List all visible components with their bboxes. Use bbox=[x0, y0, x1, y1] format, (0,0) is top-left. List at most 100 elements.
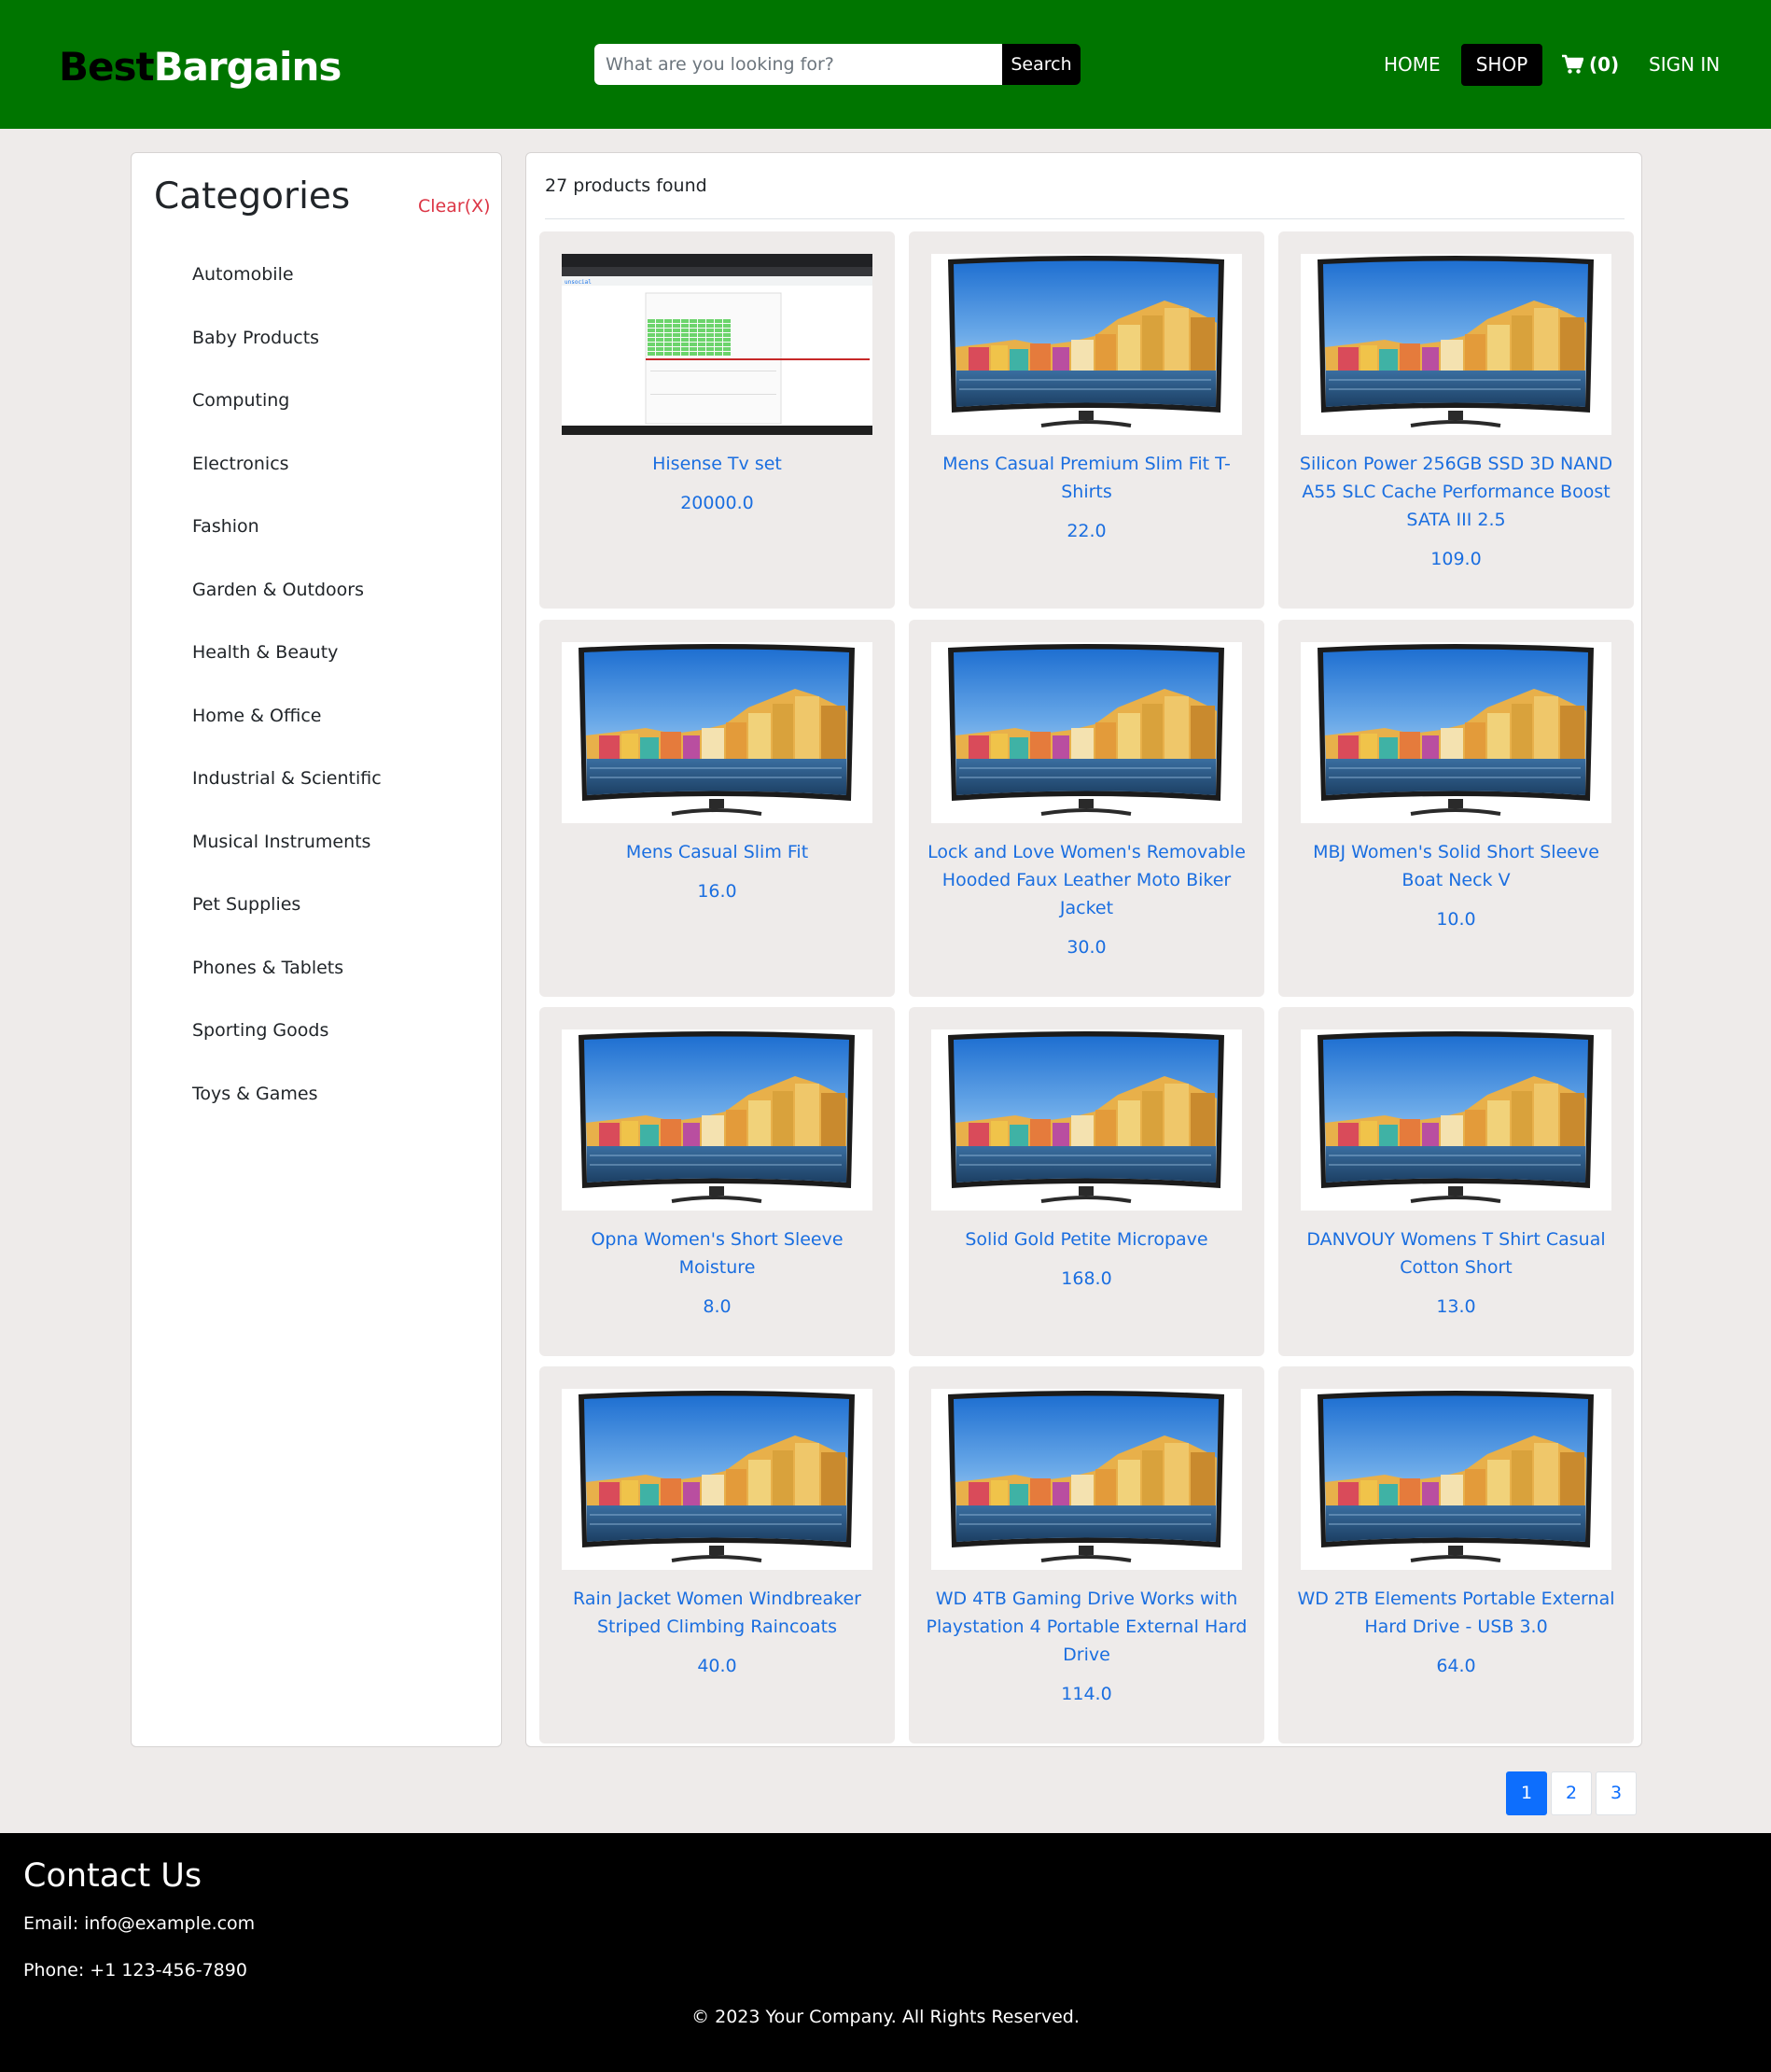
contact-phone: Phone: +1 123-456-7890 bbox=[23, 1960, 247, 1981]
contact-title: Contact Us bbox=[23, 1857, 202, 1895]
product-image[interactable] bbox=[931, 1389, 1242, 1570]
divider bbox=[545, 218, 1625, 219]
product-name[interactable]: Mens Casual Premium Slim Fit T-Shirts bbox=[942, 454, 1231, 502]
product-name[interactable]: Solid Gold Petite Micropave bbox=[965, 1229, 1207, 1250]
product-info: MBJ Women's Solid Short Sleeve Boat Neck… bbox=[1291, 838, 1621, 933]
product-card[interactable]: Mens Casual Premium Slim Fit T-Shirts 22.… bbox=[909, 231, 1264, 609]
product-name[interactable]: Mens Casual Slim Fit bbox=[626, 842, 808, 862]
product-info: Opna Women's Short Sleeve Moisture 8.0 bbox=[552, 1225, 882, 1321]
nav-shop[interactable]: SHOP bbox=[1461, 44, 1542, 86]
product-image[interactable] bbox=[562, 1389, 872, 1570]
category-item[interactable]: Sporting Goods bbox=[192, 1021, 382, 1085]
product-price: 40.0 bbox=[697, 1656, 737, 1676]
product-card[interactable]: Rain Jacket Women Windbreaker Striped Cl… bbox=[539, 1366, 895, 1743]
category-item[interactable]: Toys & Games bbox=[192, 1085, 382, 1148]
top-navbar: BestBargains Search HOME SHOP (0) SIGN I… bbox=[0, 0, 1771, 129]
category-item[interactable]: Pet Supplies bbox=[192, 895, 382, 959]
category-item[interactable]: Automobile bbox=[192, 265, 382, 329]
page-2-button[interactable]: 2 bbox=[1551, 1771, 1592, 1815]
product-image[interactable] bbox=[1301, 254, 1611, 435]
pagination: 123 bbox=[1506, 1771, 1637, 1815]
product-card[interactable]: Silicon Power 256GB SSD 3D NAND A55 SLC … bbox=[1278, 231, 1634, 609]
product-price: 64.0 bbox=[1436, 1656, 1476, 1676]
product-price: 20000.0 bbox=[680, 493, 754, 513]
product-name[interactable]: DANVOUY Womens T Shirt Casual Cotton Sho… bbox=[1306, 1229, 1605, 1278]
category-item[interactable]: Baby Products bbox=[192, 329, 382, 392]
product-name[interactable]: WD 2TB Elements Portable External Hard D… bbox=[1297, 1589, 1614, 1637]
product-info: Lock and Love Women's Removable Hooded F… bbox=[922, 838, 1251, 961]
clear-filter-link[interactable]: Clear(X) bbox=[418, 196, 491, 217]
product-card[interactable]: DANVOUY Womens T Shirt Casual Cotton Sho… bbox=[1278, 1007, 1634, 1356]
product-image[interactable] bbox=[1301, 1389, 1611, 1570]
brand-logo[interactable]: BestBargains bbox=[59, 41, 342, 93]
product-info: Solid Gold Petite Micropave 168.0 bbox=[922, 1225, 1251, 1293]
product-info: Silicon Power 256GB SSD 3D NAND A55 SLC … bbox=[1291, 450, 1621, 573]
product-info: WD 4TB Gaming Drive Works with Playstati… bbox=[922, 1585, 1251, 1708]
products-found-count: 27 products found bbox=[545, 175, 707, 196]
product-card[interactable]: WD 4TB Gaming Drive Works with Playstati… bbox=[909, 1366, 1264, 1743]
product-price: 8.0 bbox=[703, 1296, 732, 1317]
product-name[interactable]: Silicon Power 256GB SSD 3D NAND A55 SLC … bbox=[1300, 454, 1612, 530]
product-price: 168.0 bbox=[1061, 1268, 1112, 1289]
search-input[interactable] bbox=[594, 44, 1002, 85]
product-info: DANVOUY Womens T Shirt Casual Cotton Sho… bbox=[1291, 1225, 1621, 1321]
footer: Contact Us Email: info@example.com Phone… bbox=[0, 1833, 1771, 2072]
product-image[interactable] bbox=[931, 642, 1242, 823]
category-item[interactable]: Phones & Tablets bbox=[192, 959, 382, 1022]
product-info: Mens Casual Premium Slim Fit T-Shirts 22.… bbox=[922, 450, 1251, 545]
category-item[interactable]: Computing bbox=[192, 391, 382, 455]
product-name[interactable]: Rain Jacket Women Windbreaker Striped Cl… bbox=[573, 1589, 861, 1637]
nav-cart[interactable]: (0) bbox=[1561, 48, 1619, 81]
svg-text:unsocial: unsocial bbox=[565, 279, 592, 286]
product-name[interactable]: Lock and Love Women's Removable Hooded F… bbox=[927, 842, 1246, 918]
product-image[interactable] bbox=[931, 1029, 1242, 1211]
product-name[interactable]: WD 4TB Gaming Drive Works with Playstati… bbox=[927, 1589, 1248, 1665]
product-price: 22.0 bbox=[1067, 521, 1107, 541]
product-image[interactable] bbox=[1301, 642, 1611, 823]
products-panel: 27 products found unsocial Hisense Tv set… bbox=[525, 152, 1642, 1747]
product-info: Hisense Tv set 20000.0 bbox=[552, 450, 882, 517]
product-info: WD 2TB Elements Portable External Hard D… bbox=[1291, 1585, 1621, 1680]
product-image[interactable]: unsocial bbox=[562, 254, 872, 435]
product-card[interactable]: Opna Women's Short Sleeve Moisture 8.0 bbox=[539, 1007, 895, 1356]
cart-count: (0) bbox=[1589, 53, 1620, 76]
product-card[interactable]: WD 2TB Elements Portable External Hard D… bbox=[1278, 1366, 1634, 1743]
product-name[interactable]: MBJ Women's Solid Short Sleeve Boat Neck… bbox=[1313, 842, 1599, 890]
product-price: 16.0 bbox=[697, 881, 737, 902]
category-item[interactable]: Health & Beauty bbox=[192, 643, 382, 707]
product-price: 30.0 bbox=[1067, 937, 1107, 958]
page-1-button[interactable]: 1 bbox=[1506, 1771, 1547, 1815]
product-name[interactable]: Opna Women's Short Sleeve Moisture bbox=[591, 1229, 843, 1278]
product-name[interactable]: Hisense Tv set bbox=[652, 454, 782, 474]
product-card[interactable]: MBJ Women's Solid Short Sleeve Boat Neck… bbox=[1278, 620, 1634, 997]
product-card[interactable]: Mens Casual Slim Fit 16.0 bbox=[539, 620, 895, 997]
product-card[interactable]: unsocial Hisense Tv set 20000.0 bbox=[539, 231, 895, 609]
search-button[interactable]: Search bbox=[1002, 44, 1081, 85]
category-item[interactable]: Home & Office bbox=[192, 707, 382, 770]
category-item[interactable]: Fashion bbox=[192, 517, 382, 581]
copyright: © 2023 Your Company. All Rights Reserved… bbox=[691, 2007, 1080, 2027]
nav-sign-in[interactable]: SIGN IN bbox=[1649, 48, 1720, 81]
category-item[interactable]: Industrial & Scientific bbox=[192, 769, 382, 833]
product-image[interactable] bbox=[931, 254, 1242, 435]
product-price: 109.0 bbox=[1430, 549, 1482, 569]
logo-part-bargains: Bargains bbox=[153, 44, 342, 90]
cart-icon bbox=[1562, 54, 1583, 74]
product-card[interactable]: Solid Gold Petite Micropave 168.0 bbox=[909, 1007, 1264, 1356]
categories-sidebar: Categories Clear(X) Automobile Baby Produ… bbox=[131, 152, 502, 1747]
nav-home[interactable]: HOME bbox=[1384, 48, 1441, 81]
product-price: 13.0 bbox=[1436, 1296, 1476, 1317]
logo-part-best: Best bbox=[59, 44, 155, 90]
category-list: Automobile Baby Products Computing Electron… bbox=[192, 265, 382, 1147]
product-image[interactable] bbox=[562, 642, 872, 823]
category-item[interactable]: Electronics bbox=[192, 455, 382, 518]
page-3-button[interactable]: 3 bbox=[1596, 1771, 1637, 1815]
product-price: 114.0 bbox=[1061, 1684, 1112, 1704]
product-card[interactable]: Lock and Love Women's Removable Hooded F… bbox=[909, 620, 1264, 997]
category-item[interactable]: Garden & Outdoors bbox=[192, 581, 382, 644]
categories-title: Categories bbox=[154, 175, 351, 217]
product-image[interactable] bbox=[562, 1029, 872, 1211]
category-item[interactable]: Musical Instruments bbox=[192, 833, 382, 896]
product-image[interactable] bbox=[1301, 1029, 1611, 1211]
product-info: Rain Jacket Women Windbreaker Striped Cl… bbox=[552, 1585, 882, 1680]
